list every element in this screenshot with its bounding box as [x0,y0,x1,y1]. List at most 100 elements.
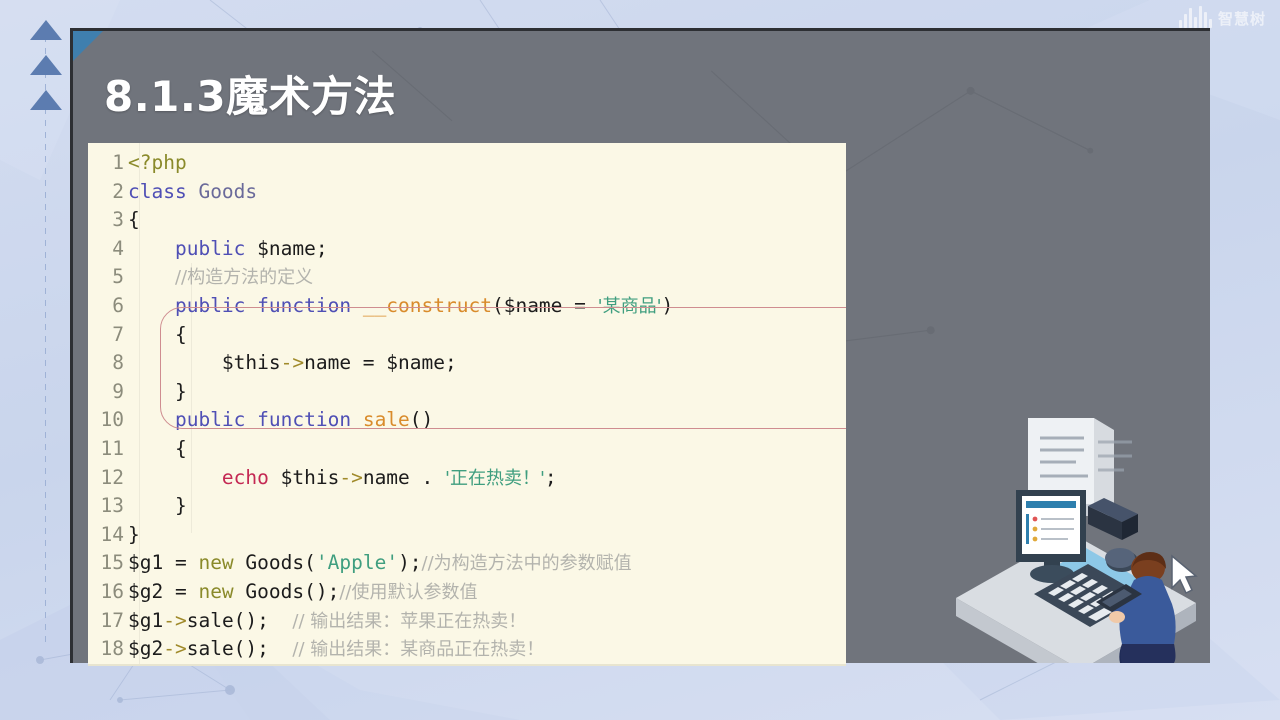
code-token: <?php [128,151,187,174]
line-number: 17 [100,608,124,632]
code-token: sale [362,408,410,432]
code-token: public function [174,408,352,432]
code-token: } [128,494,187,518]
code-token: $g2 [128,637,164,661]
code-token: ); [398,551,422,575]
code-line: 13 } [88,492,846,521]
code-token: { [128,322,187,346]
line-number: 5 [112,265,124,289]
slide-panel: 8.1.3魔术方法 1 <?php 2 class Goods 3{4 public $… [70,28,1210,666]
code-token: class [128,179,199,203]
code-token: () [409,408,434,432]
code-token: ; [544,465,557,489]
code-line: 15 $g1 = new Goods('Apple');//为构造方法中的参数赋值 [88,549,846,578]
line-number: 13 [100,494,124,518]
rail-line [45,24,46,644]
code-line: 4 public $name; [88,235,846,264]
code-line: 10 public function sale() [88,406,846,435]
line-number: 12 [100,465,124,489]
code-token: { [128,208,140,232]
line-number: 15 [100,551,124,575]
code-lines: 1 <?php 2 class Goods 3{4 public $name; 5 //构… [88,143,846,666]
line-number: 7 [112,322,124,346]
code-token: -> [280,351,305,375]
slide-canvas: 智慧树 8.1.3魔术方法 1 <?php 2 class Goods 3 {… [0,0,1280,720]
isometric-desk-illustration [956,418,1198,663]
code-token: sale(); [186,637,293,661]
code-token: ) [661,293,674,317]
code-token: -> [163,637,187,661]
triangle-up-icon [30,90,62,110]
code-line: 5 //构造方法的定义 [88,263,846,292]
code-token: $name; [245,236,328,260]
line-number: 11 [100,436,124,460]
code-token: } [128,522,140,546]
code-block: 1 <?php 2 class Goods 3{4 public $name; 5 //构… [88,143,846,666]
code-token: '某商品' [597,295,662,317]
code-token: { [128,436,187,460]
code-token: // 输出结果：苹果正在热卖！ [292,610,527,632]
code-token: sale(); [186,608,293,632]
code-line: 17 $g1->sale(); // 输出结果：苹果正在热卖！ [88,607,846,636]
code-token: $g2 = [128,579,199,603]
code-line: 14} [88,521,846,550]
code-token: new [198,551,234,575]
code-token: Goods(); [233,579,340,603]
code-token: //使用默认参数值 [339,581,478,603]
code-line: 6 public function __construct($name = '某… [88,292,846,321]
code-token: -> [163,608,187,632]
triangle-up-icon [30,55,62,75]
code-token: //构造方法的定义 [174,267,314,289]
code-line: 16 $g2 = new Goods();//使用默认参数值 [88,578,846,607]
code-token: } [128,379,187,403]
code-token: $g1 = [128,551,199,575]
code-line: 3{ [88,206,846,235]
code-line: 9 } [88,378,846,407]
line-number: 4 [112,236,124,260]
code-line: 12 echo $this->name . '正在热卖！'; [88,464,846,493]
triangle-up-icon [30,20,62,40]
line-number: 10 [100,408,124,432]
line-number: 1 [112,151,124,174]
code-token: new [198,579,234,603]
line-number: 8 [112,351,124,375]
page-title: 8.1.3魔术方法 [104,72,397,121]
brand-logo: 智慧树 [1178,6,1266,28]
code-token: $g1 [128,608,164,632]
code-line: 11 { [88,435,846,464]
code-token: ($name = [491,293,598,317]
panel-corner-accent [73,31,103,61]
code-token: echo [221,465,269,489]
code-line: 7 { [88,321,846,350]
line-number: 18 [100,637,124,661]
code-line: 18 $g2->sale(); // 输出结果：某商品正在热卖！ [88,635,846,664]
line-number: 6 [112,293,124,317]
code-token: public [174,236,246,260]
code-token: -> [339,465,363,489]
code-line: 2 class Goods [88,178,846,207]
code-token: //为构造方法中的参数赋值 [421,553,632,575]
code-line: 19 [88,663,846,667]
line-number: 9 [112,379,124,403]
code-token: $this [128,351,281,375]
logo-text: 智慧树 [1217,10,1266,28]
line-number: 3 [112,208,124,232]
code-token: // 输出结果：某商品正在热卖！ [292,639,545,661]
code-token: name . [362,465,446,489]
code-token: Goods [198,179,258,203]
bar-chart-icon [1178,6,1212,28]
line-number: 2 [112,179,124,203]
line-number: 19 [88,664,128,667]
code-token: Goods( [233,551,316,575]
code-token: name = $name; [304,351,457,375]
code-line: 8 $this->name = $name; [88,349,846,378]
line-number: 14 [100,522,124,546]
code-token: 'Apple' [315,551,399,575]
